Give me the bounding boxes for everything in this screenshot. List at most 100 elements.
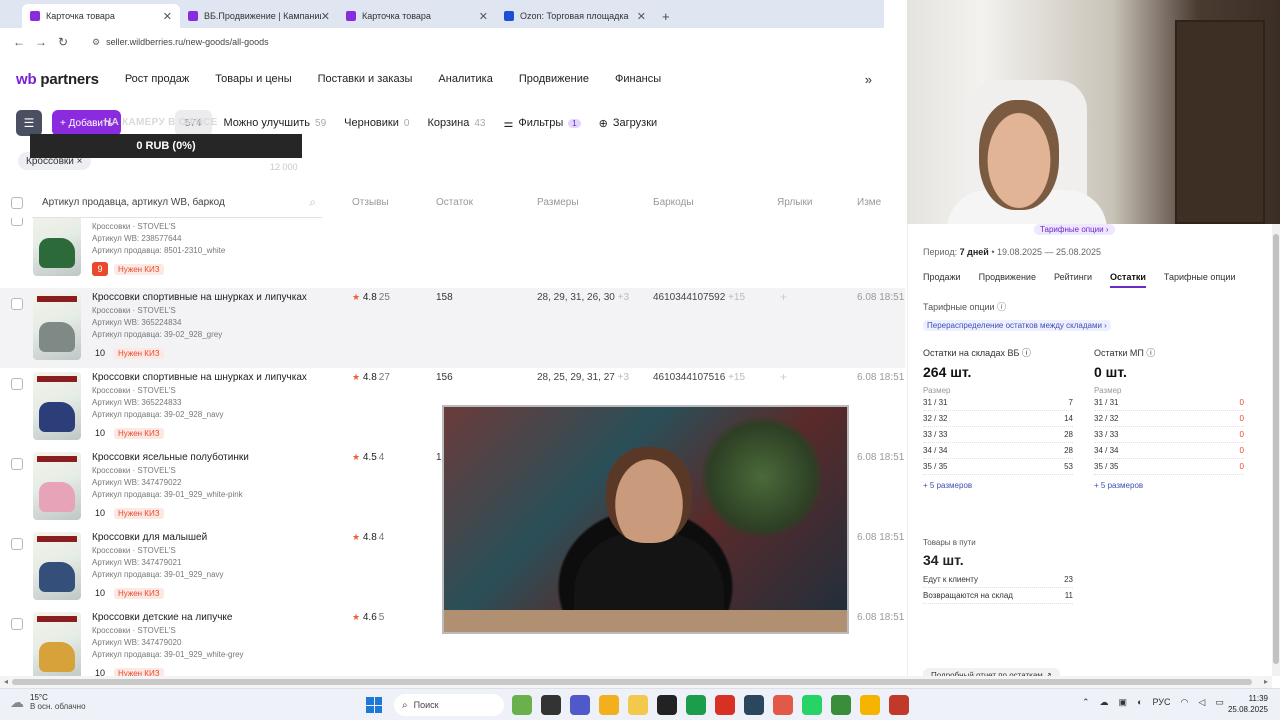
close-tab-icon[interactable]: ✕: [321, 10, 330, 23]
tray-app-icon[interactable]: ▣: [1119, 697, 1128, 708]
nav-promotion[interactable]: Продвижение: [519, 73, 589, 85]
wb-partners-logo[interactable]: wb partners: [16, 71, 99, 88]
hscroll-thumb[interactable]: [12, 679, 1252, 685]
taskbar-app-icon[interactable]: [541, 695, 561, 715]
tab-trash[interactable]: Корзина 43: [427, 117, 485, 129]
col-stock[interactable]: Остаток: [436, 197, 473, 208]
product-thumbnail[interactable]: [33, 452, 81, 520]
add-label-icon[interactable]: +: [780, 290, 787, 304]
horizontal-scrollbar[interactable]: ◂ ▸: [0, 676, 1272, 688]
product-title[interactable]: Кроссовки спортивные на шнурках и липучк…: [92, 292, 307, 303]
tab-improve[interactable]: Можно улучшить 59: [224, 117, 327, 129]
table-row[interactable]: Полуботинки для мальчика школьные Кроссов…: [0, 218, 905, 284]
rating[interactable]: ★ 4.6 5: [352, 612, 384, 623]
taskbar-app-icon[interactable]: [512, 695, 532, 715]
taskbar-app-icon[interactable]: [802, 695, 822, 715]
browser-tab[interactable]: Ozon: Торговая площадка ✕: [496, 4, 654, 28]
product-thumbnail[interactable]: [33, 372, 81, 440]
taskbar-search[interactable]: ⌕ Поиск: [394, 694, 504, 716]
url-field[interactable]: ⚙ seller.wildberries.ru/new-goods/all-go…: [82, 31, 884, 53]
taskbar-app-icon[interactable]: [628, 695, 648, 715]
back-icon[interactable]: ←: [8, 35, 30, 49]
nav-finance[interactable]: Финансы: [615, 73, 661, 85]
taskbar-app-icon[interactable]: [686, 695, 706, 715]
col-reviews[interactable]: Отзывы: [352, 197, 389, 208]
row-checkbox[interactable]: [11, 618, 23, 630]
rating[interactable]: ★ 4.5 4: [352, 452, 384, 463]
weather-widget[interactable]: ☁ 15°C В осн. облачно: [10, 693, 86, 711]
taskbar-app-icon[interactable]: [570, 695, 590, 715]
panel-tab[interactable]: Продвижение: [979, 272, 1036, 288]
browser-tab[interactable]: Карточка товара ✕: [338, 4, 496, 28]
tray-app2-icon[interactable]: ◐: [1137, 697, 1142, 708]
product-title[interactable]: Кроссовки для малышей: [92, 532, 207, 543]
rating[interactable]: ★ 4.8 25: [352, 292, 390, 303]
add-label-icon[interactable]: +: [780, 370, 787, 384]
tray-lang[interactable]: РУС: [1153, 697, 1171, 708]
table-row[interactable]: Кроссовки спортивные на шнурках и липучк…: [0, 288, 905, 368]
taskbar-clock[interactable]: 11:39 25.08.2025: [1228, 693, 1268, 715]
windows-start-icon[interactable]: [366, 697, 382, 713]
product-thumbnail[interactable]: [33, 532, 81, 600]
select-all-checkbox[interactable]: [11, 197, 23, 209]
product-title[interactable]: Полуботинки для мальчика школьные: [92, 218, 269, 219]
taskbar-app-icon[interactable]: [831, 695, 851, 715]
panel-tab[interactable]: Остатки: [1110, 272, 1146, 288]
taskbar-app-icon[interactable]: [860, 695, 880, 715]
scroll-right-icon[interactable]: ▸: [1264, 677, 1268, 686]
site-info-icon[interactable]: ⚙: [92, 37, 100, 48]
taskbar-app-icon[interactable]: [599, 695, 619, 715]
panel-tab[interactable]: Рейтинги: [1054, 272, 1092, 288]
search-icon[interactable]: ⌕: [309, 195, 316, 210]
wifi-icon[interactable]: ◠: [1181, 697, 1189, 708]
row-checkbox[interactable]: [11, 378, 23, 390]
sizes-more[interactable]: +3: [618, 372, 629, 383]
battery-icon[interactable]: ▭: [1215, 697, 1224, 708]
uploads-button[interactable]: ⊕ Загрузки: [599, 117, 658, 130]
product-title[interactable]: Кроссовки спортивные на шнурках и липучк…: [92, 372, 307, 383]
new-tab-icon[interactable]: +: [654, 9, 678, 28]
taskbar-app-icon[interactable]: [715, 695, 735, 715]
tab-drafts[interactable]: Черновики 0: [344, 117, 409, 129]
panel-tab[interactable]: Тарифные опции: [1164, 272, 1236, 288]
browser-tab[interactable]: ВБ.Продвижение | Кампании ✕: [180, 4, 338, 28]
scroll-left-icon[interactable]: ◂: [4, 677, 8, 686]
rating[interactable]: ★ 4.8 4: [352, 532, 384, 543]
browser-tab[interactable]: Карточка товара ✕: [22, 4, 180, 28]
menu-icon[interactable]: ☰: [16, 110, 42, 136]
col-barcodes[interactable]: Баркоды: [653, 197, 694, 208]
product-thumbnail[interactable]: [33, 218, 81, 276]
filters-button[interactable]: ⚌ Фильтры 1: [503, 117, 581, 130]
tariff-options-pill[interactable]: Тарифные опции ›: [1034, 224, 1115, 235]
reload-icon[interactable]: ↻: [52, 35, 74, 49]
col-labels[interactable]: Ярлыки: [777, 197, 812, 208]
taskbar-app-icon[interactable]: [773, 695, 793, 715]
col-sizes[interactable]: Размеры: [537, 197, 579, 208]
taskbar-app-icon[interactable]: [744, 695, 764, 715]
vertical-scrollbar[interactable]: [1272, 224, 1280, 676]
nav-supplies-orders[interactable]: Поставки и заказы: [318, 73, 413, 85]
tray-chevron-icon[interactable]: ⌃: [1082, 697, 1090, 708]
wb-more-sizes-link[interactable]: + 5 размеров: [923, 481, 1073, 490]
close-tab-icon[interactable]: ✕: [479, 10, 488, 23]
row-checkbox[interactable]: [11, 538, 23, 550]
product-thumbnail[interactable]: [33, 612, 81, 676]
barcode-more[interactable]: +15: [728, 372, 745, 383]
close-tab-icon[interactable]: ✕: [163, 10, 172, 23]
volume-icon[interactable]: ◁: [1198, 697, 1205, 708]
period-selector[interactable]: Период: 7 дней • 19.08.2025 — 25.08.2025: [923, 247, 1101, 257]
product-thumbnail[interactable]: [33, 292, 81, 360]
tray-cloud-icon[interactable]: ☁: [1100, 697, 1109, 708]
taskbar-app-icon[interactable]: [889, 695, 909, 715]
mp-more-sizes-link[interactable]: + 5 размеров: [1094, 481, 1244, 490]
nav-goods-prices[interactable]: Товары и цены: [215, 73, 291, 85]
nav-analytics[interactable]: Аналитика: [438, 73, 492, 85]
redistribute-link[interactable]: Перераспределение остатков между складам…: [923, 320, 1111, 331]
scrollbar-thumb[interactable]: [1273, 234, 1279, 664]
panel-tab[interactable]: Продажи: [923, 272, 961, 288]
nav-growth[interactable]: Рост продаж: [125, 73, 189, 85]
rating[interactable]: ★ 4.8 27: [352, 372, 390, 383]
search-input[interactable]: Артикул продавца, артикул WB, баркод ⌕: [32, 188, 322, 218]
close-tab-icon[interactable]: ✕: [637, 10, 646, 23]
product-title[interactable]: Кроссовки ясельные полуботинки: [92, 452, 249, 463]
